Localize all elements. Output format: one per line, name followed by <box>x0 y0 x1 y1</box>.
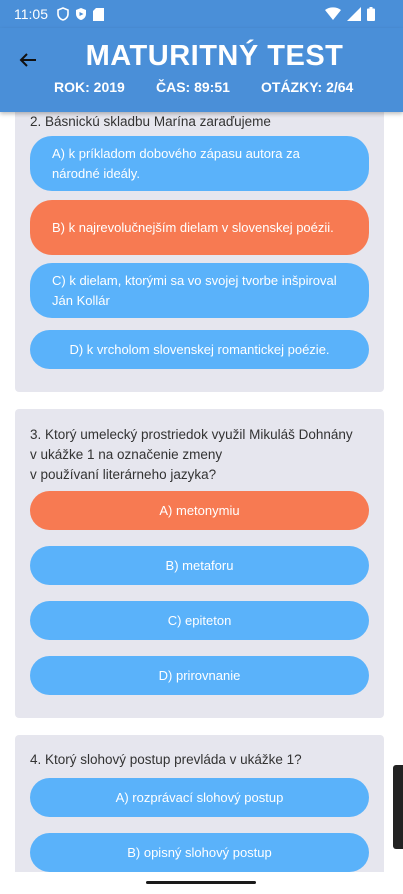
question-text: 4. Ktorý slohový postup prevláda v ukážk… <box>30 752 302 767</box>
question-card: 4. Ktorý slohový postup prevláda v ukážk… <box>15 735 384 872</box>
question-card: 3. Ktorý umelecký prostriedok využil Mik… <box>15 409 384 718</box>
question-text-line: v ukážke 1 na označenie zmeny <box>30 447 223 462</box>
shield-icon <box>57 7 69 21</box>
answer-option[interactable]: A) rozprávací slohový postup <box>30 778 369 817</box>
questions-list[interactable]: 2. Básnickú skladbu Marína zaraďujeme A)… <box>0 112 403 872</box>
question-text: 2. Básnickú skladbu Marína zaraďujeme <box>30 114 271 129</box>
sd-card-icon <box>93 7 104 21</box>
wifi-icon <box>325 7 341 20</box>
answer-option[interactable]: C) k dielam, ktorými sa vo svojej tvorbe… <box>30 263 369 318</box>
timer-label: ČAS: 89:51 <box>156 79 230 95</box>
battery-icon <box>367 7 375 21</box>
page-title: MATURITNÝ TEST <box>85 40 344 72</box>
edge-panel-handle[interactable] <box>393 765 403 849</box>
status-system-icons <box>325 7 375 21</box>
answer-option[interactable]: B) opisný slohový postup <box>30 833 369 872</box>
signal-icon <box>347 7 361 21</box>
answer-option[interactable]: A) k príkladom dobového zápasu autora za… <box>30 136 369 191</box>
answer-option[interactable]: B) metaforu <box>30 546 369 585</box>
answer-option-selected[interactable]: A) metonymiu <box>30 491 369 530</box>
answer-option[interactable]: D) k vrcholom slovenskej romantickej poé… <box>30 330 369 369</box>
app-header: MATURITNÝ TEST ROK: 2019 ČAS: 89:51 OTÁZ… <box>0 28 403 112</box>
question-text: 3. Ktorý umelecký prostriedok využil Mik… <box>30 425 375 485</box>
answer-option[interactable]: D) prirovnanie <box>30 656 369 695</box>
question-counter: OTÁZKY: 2/64 <box>261 79 354 95</box>
year-label: ROK: 2019 <box>54 79 125 95</box>
status-notification-icons <box>57 7 104 21</box>
question-text-line: v používaní literárneho jazyka? <box>30 467 217 482</box>
status-time: 11:05 <box>14 6 48 22</box>
question-card: 2. Básnickú skladbu Marína zaraďujeme A)… <box>15 112 384 392</box>
play-protect-icon <box>76 8 86 20</box>
answer-option[interactable]: C) epiteton <box>30 601 369 640</box>
status-bar: 11:05 <box>0 0 403 28</box>
answer-option-selected[interactable]: B) k najrevolučnejším dielam v slovenske… <box>30 200 369 255</box>
home-gesture-handle[interactable] <box>146 881 256 884</box>
question-text-line: 3. Ktorý umelecký prostriedok využil Mik… <box>30 427 353 442</box>
